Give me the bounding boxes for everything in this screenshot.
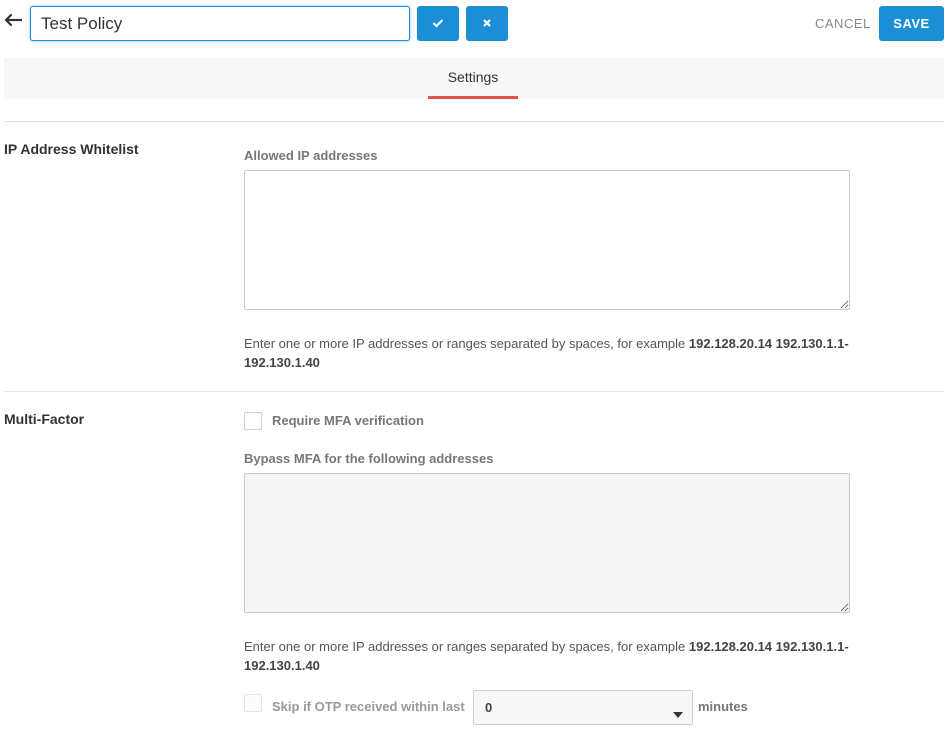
bypass-mfa-textarea[interactable] [244, 473, 850, 613]
confirm-name-button[interactable] [417, 6, 459, 41]
close-icon [482, 16, 492, 31]
discard-name-button[interactable] [466, 6, 508, 41]
section-divider [4, 121, 944, 122]
require-mfa-label: Require MFA verification [272, 413, 424, 428]
ip-whitelist-title: IP Address Whitelist [4, 141, 139, 157]
allowed-ip-help-text: Enter one or more IP addresses or ranges… [244, 336, 849, 370]
otp-window-select[interactable]: 0 [473, 690, 693, 725]
require-mfa-checkbox[interactable] [244, 412, 262, 430]
allowed-ip-textarea[interactable] [244, 170, 850, 310]
policy-editor: CANCEL SAVE Settings IP Address Whitelis… [0, 0, 946, 734]
multi-factor-title: Multi-Factor [4, 411, 85, 427]
bypass-mfa-help-text: Enter one or more IP addresses or ranges… [244, 639, 849, 673]
section-divider [4, 391, 944, 392]
tab-settings-label: Settings [447, 69, 499, 85]
policy-name-input[interactable] [30, 6, 410, 41]
active-tab-indicator [428, 96, 518, 99]
cancel-button[interactable]: CANCEL [815, 16, 871, 31]
allowed-ip-label: Allowed IP addresses [244, 148, 378, 163]
tab-bar: Settings [4, 58, 944, 99]
back-arrow-icon[interactable] [4, 10, 24, 30]
skip-otp-checkbox[interactable] [244, 694, 262, 712]
minutes-label: minutes [698, 699, 748, 714]
save-button[interactable]: SAVE [879, 6, 944, 41]
tab-settings[interactable]: Settings [428, 58, 518, 99]
bypass-mfa-label: Bypass MFA for the following addresses [244, 451, 494, 466]
skip-otp-label: Skip if OTP received within last [272, 699, 465, 714]
otp-window-value: 0 [485, 700, 493, 715]
caret-down-icon [673, 705, 683, 718]
checkmark-icon [432, 16, 444, 31]
